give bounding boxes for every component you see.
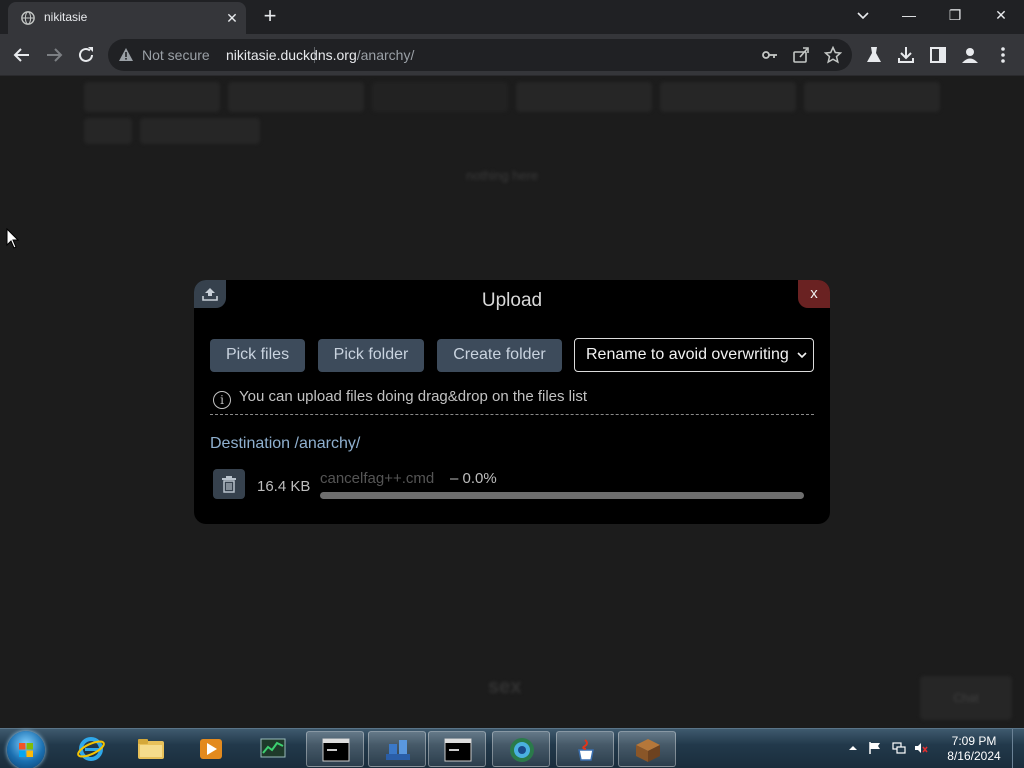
url-path: /anarchy/ [356,47,415,63]
url-text[interactable]: nikitasie.duckdns.org/anarchy/ [226,47,414,63]
java-cup-icon [578,739,594,761]
blurred-toolbar-button [84,82,220,112]
browser-tab[interactable]: nikitasie ✕ [8,2,246,34]
side-panel-icon[interactable] [927,44,949,66]
taskbar-command-prompt-2[interactable] [428,731,486,767]
tray-expand-arrow-icon[interactable] [846,741,860,755]
taskbar-file-explorer[interactable] [122,731,180,767]
download-icon[interactable] [895,44,917,66]
browser-globe-icon [510,738,534,762]
overwrite-mode-value: Rename to avoid overwriting [586,346,789,363]
chevron-down-icon [797,352,807,359]
restore-button[interactable]: ❐ [932,0,978,32]
file-name: cancelfag++.cmd [320,470,435,487]
internet-explorer-icon [77,737,105,761]
reload-icon[interactable] [74,43,98,67]
drag-drop-hint-text: You can upload files doing drag&drop on … [239,388,588,405]
tab-strip: nikitasie ✕ + — ❐ ✕ [0,0,1024,34]
media-player-icon [200,739,222,759]
globe-icon [21,11,35,25]
blurred-footer-text: sex [488,676,522,698]
folder-icon [138,739,164,759]
page-content: nothing here sex Chat Upload x Pick file… [0,76,1024,728]
upload-dialog: Upload x Pick files Pick folder Create f… [194,280,830,524]
security-label[interactable]: Not secure [142,47,210,63]
taskbar-network-app[interactable] [368,731,426,767]
dialog-title: Upload [481,290,543,311]
bookmark-star-icon[interactable] [824,46,842,64]
blurred-toolbar-button [804,82,940,112]
blurred-empty-note: nothing here [466,168,539,183]
url-host: nikitasie.duckdns.org [226,47,357,63]
tab-close-icon[interactable]: ✕ [222,8,242,28]
start-button[interactable] [7,731,45,768]
key-icon[interactable] [761,46,779,64]
system-clock[interactable]: 7:09 PM 8/16/2024 [934,734,1014,764]
new-tab-button[interactable]: + [258,5,282,29]
minecraft-block-icon [636,739,660,762]
forward-arrow-icon[interactable] [42,43,66,67]
dialog-close-button[interactable]: x [798,280,830,308]
taskbar-task-manager[interactable] [244,731,302,767]
taskbar-java[interactable] [556,731,614,767]
blurred-small-button [84,118,132,144]
back-arrow-icon[interactable] [10,43,34,67]
drag-drop-hint: i You can upload files doing drag&drop on… [213,388,587,409]
network-icon[interactable] [892,741,906,755]
taskbar-minecraft[interactable] [618,731,676,767]
warning-triangle-icon[interactable] [118,47,134,63]
pick-files-button[interactable]: Pick files [210,339,305,372]
browser-toolbar: Not secure nikitasie.duckdns.org/anarchy… [0,34,1024,76]
blurred-toolbar-button [516,82,652,112]
clock-time: 7:09 PM [951,734,997,748]
blurred-toolbar-button [372,82,508,112]
terminal-icon [322,738,350,762]
windows-logo-icon [19,743,33,757]
action-center-flag-icon[interactable] [868,741,882,755]
create-folder-button[interactable]: Create folder [437,339,562,372]
mouse-cursor-icon [6,228,20,249]
trash-icon [222,476,236,493]
destination-label: Destination /anarchy/ [210,435,361,452]
blurred-toolbar-button [660,82,796,112]
share-icon[interactable] [792,46,810,64]
terminal-icon [444,738,472,762]
info-icon: i [213,391,231,409]
divider [210,414,814,415]
profile-icon[interactable] [959,44,981,66]
clock-date: 8/16/2024 [947,749,1001,763]
task-manager-icon [260,738,286,758]
address-bar[interactable]: Not secure nikitasie.duckdns.org/anarchy… [108,39,852,71]
menu-kebab-icon[interactable] [992,44,1014,66]
minimize-button[interactable]: — [886,0,932,32]
taskbar-command-prompt[interactable] [306,731,364,767]
taskbar-browser[interactable] [492,731,550,767]
upload-progress-text: – 0.0% [450,470,497,487]
upload-progress-bar [320,492,804,499]
window-close-button[interactable]: ✕ [978,0,1024,32]
pick-folder-button[interactable]: Pick folder [318,339,424,372]
blurred-small-button [140,118,260,144]
network-app-icon [386,740,410,760]
labs-flask-icon[interactable] [863,44,885,66]
taskbar-internet-explorer[interactable] [62,731,120,767]
tab-title: nikitasie [44,10,88,24]
taskbar-media-player[interactable] [182,731,240,767]
overwrite-mode-select[interactable]: Rename to avoid overwriting [574,338,814,372]
show-desktop-button[interactable] [1012,729,1024,768]
blurred-toolbar-button [228,82,364,112]
taskbar: 7:09 PM 8/16/2024 [0,728,1024,768]
tab-search-chevron-icon[interactable] [856,9,870,23]
blurred-corner-button: Chat [920,676,1012,720]
remove-file-button[interactable] [213,469,245,499]
file-size: 16.4 KB [257,478,311,495]
volume-muted-icon[interactable] [914,741,928,755]
